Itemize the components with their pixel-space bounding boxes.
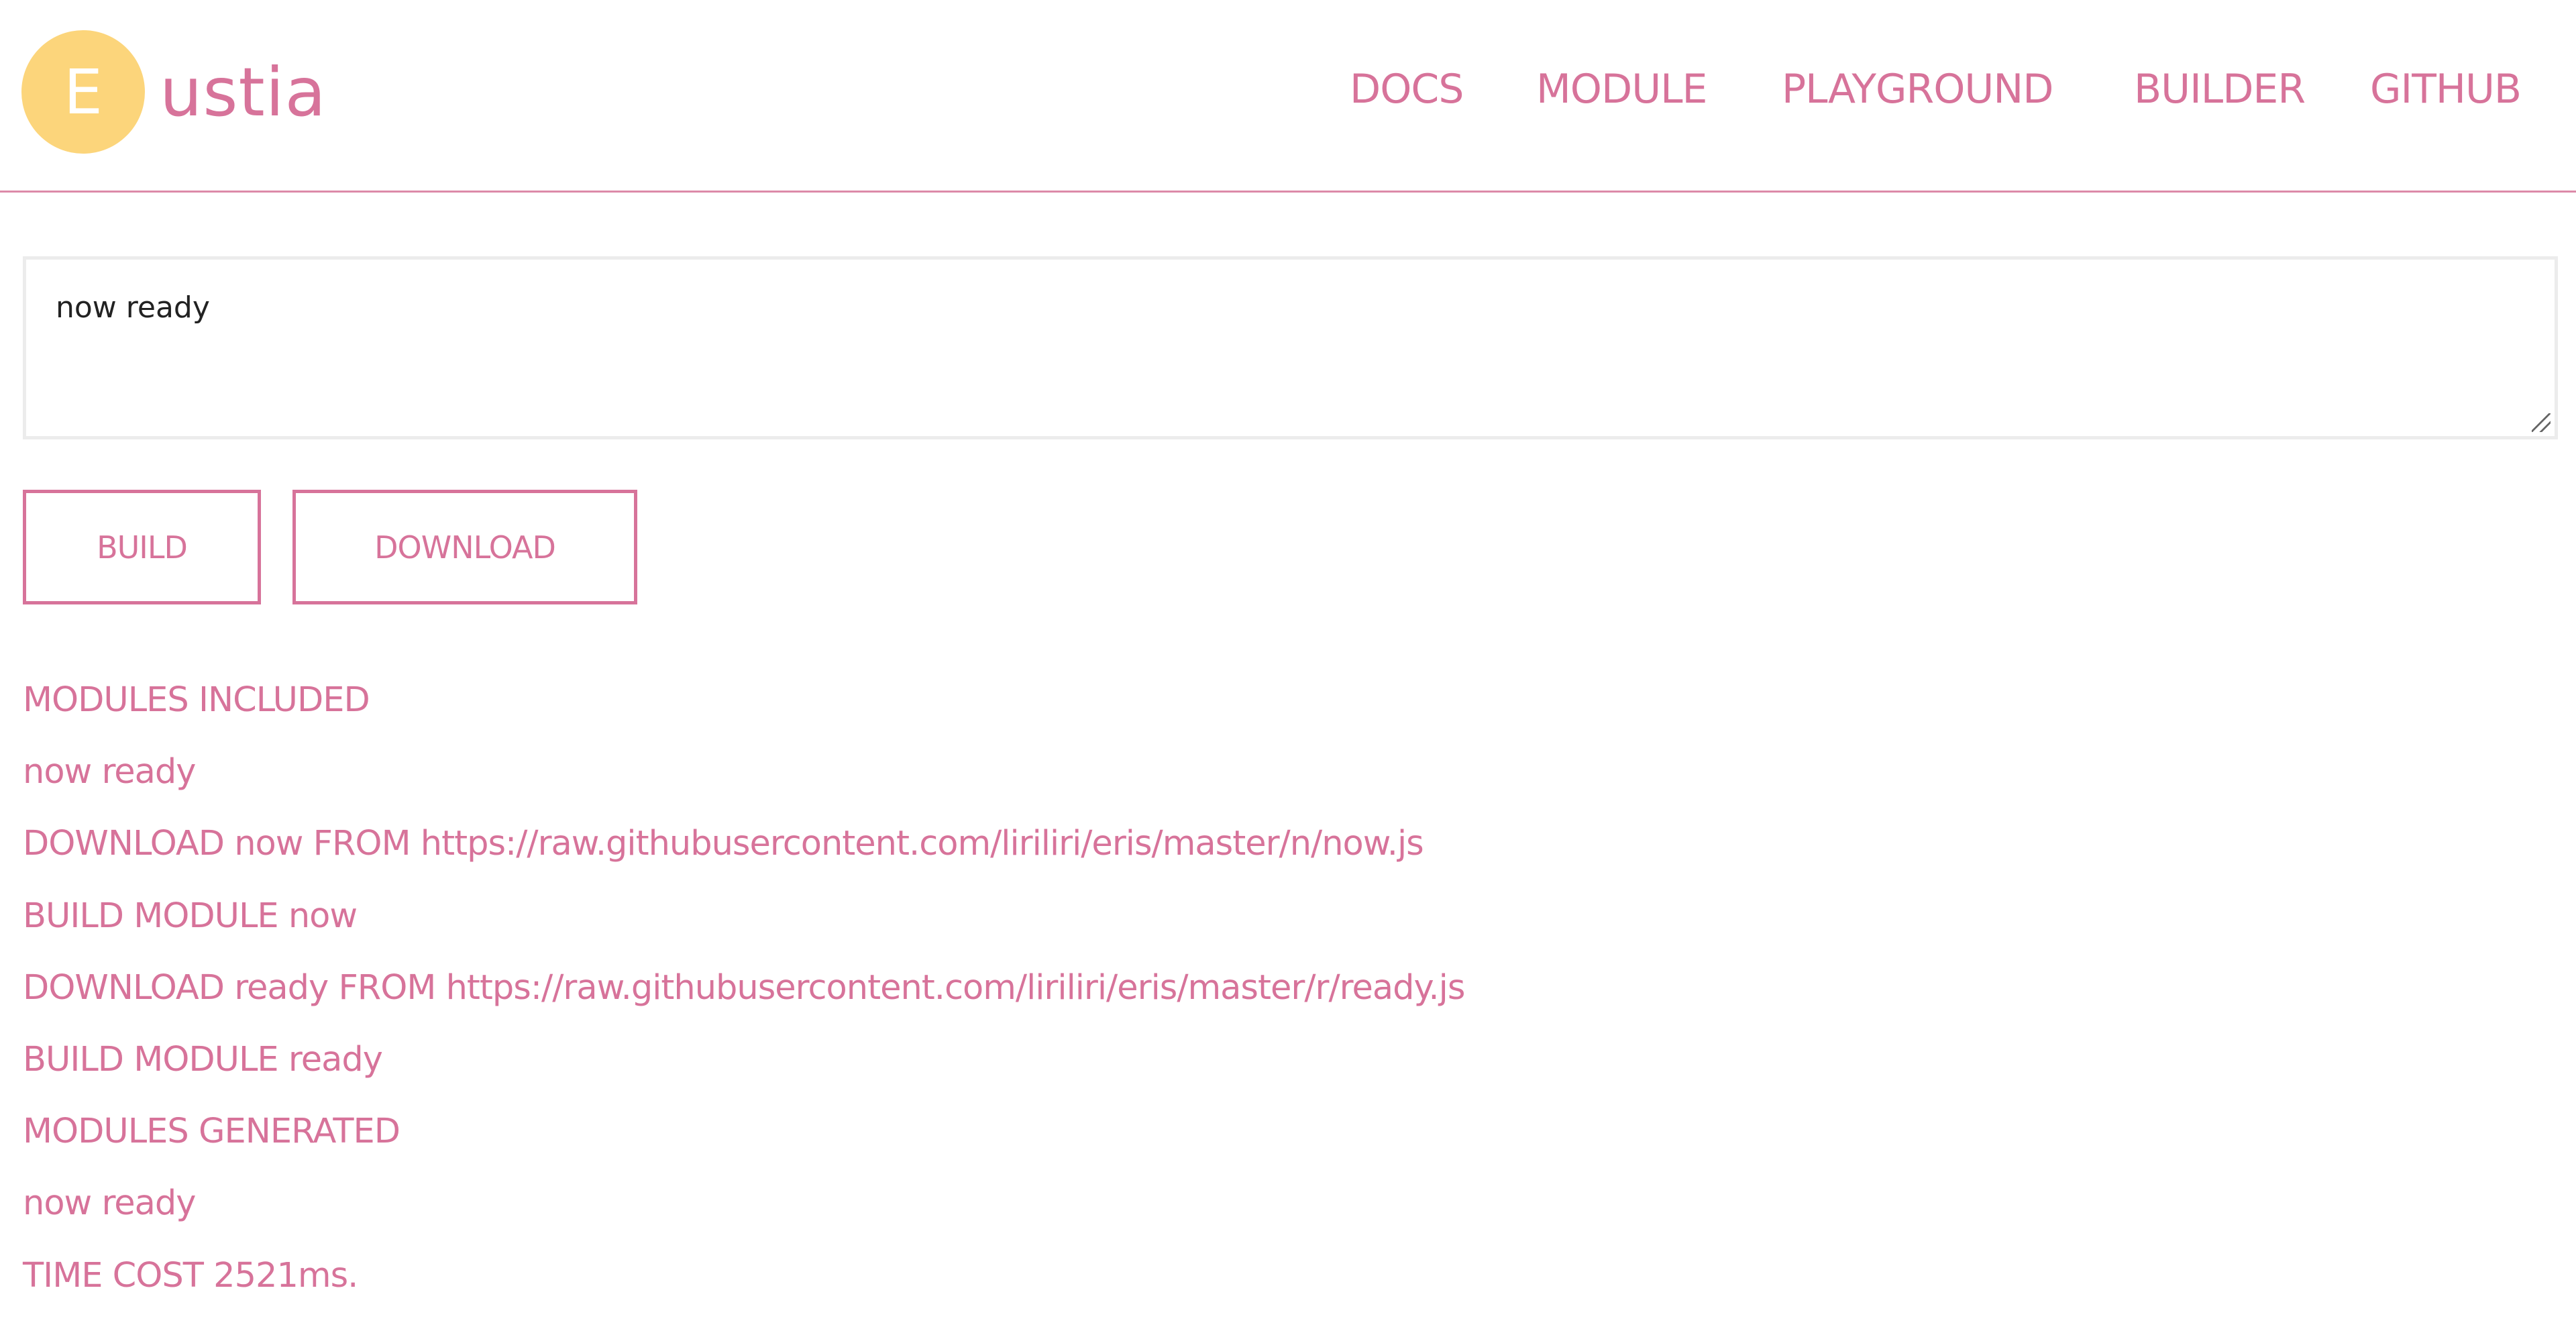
nav-docs[interactable]: DOCS xyxy=(1350,66,1464,113)
log-line: DOWNLOAD now FROM https://raw.githubuser… xyxy=(23,824,1424,864)
build-button[interactable]: BUILD xyxy=(23,490,261,604)
log-line: BUILD MODULE now xyxy=(23,896,358,936)
build-log: MODULES INCLUDED now ready DOWNLOAD now … xyxy=(23,678,1465,1325)
nav-module[interactable]: MODULE xyxy=(1536,66,1707,113)
module-input-textarea[interactable]: now ready xyxy=(23,256,2558,439)
main-nav: DOCS MODULE PLAYGROUND BUILDER GITHUB xyxy=(0,66,2576,119)
log-line: now ready xyxy=(23,752,196,792)
nav-builder[interactable]: BUILDER xyxy=(2134,66,2306,113)
log-line: DOWNLOAD ready FROM https://raw.githubus… xyxy=(23,967,1465,1008)
site-header: E ustia DOCS MODULE PLAYGROUND BUILDER G… xyxy=(0,0,2576,193)
resize-handle-icon[interactable] xyxy=(2532,413,2551,432)
log-line: MODULES INCLUDED xyxy=(23,680,370,720)
nav-playground[interactable]: PLAYGROUND xyxy=(1782,66,2053,113)
log-line: BUILD MODULE ready xyxy=(23,1039,383,1079)
nav-github[interactable]: GITHUB xyxy=(2370,66,2522,113)
log-line: TIME COST 2521ms. xyxy=(23,1255,358,1295)
log-line: now ready xyxy=(23,1183,196,1224)
log-line: MODULES GENERATED xyxy=(23,1112,400,1152)
download-button[interactable]: DOWNLOAD xyxy=(292,490,637,604)
module-input-value[interactable]: now ready xyxy=(56,290,210,325)
